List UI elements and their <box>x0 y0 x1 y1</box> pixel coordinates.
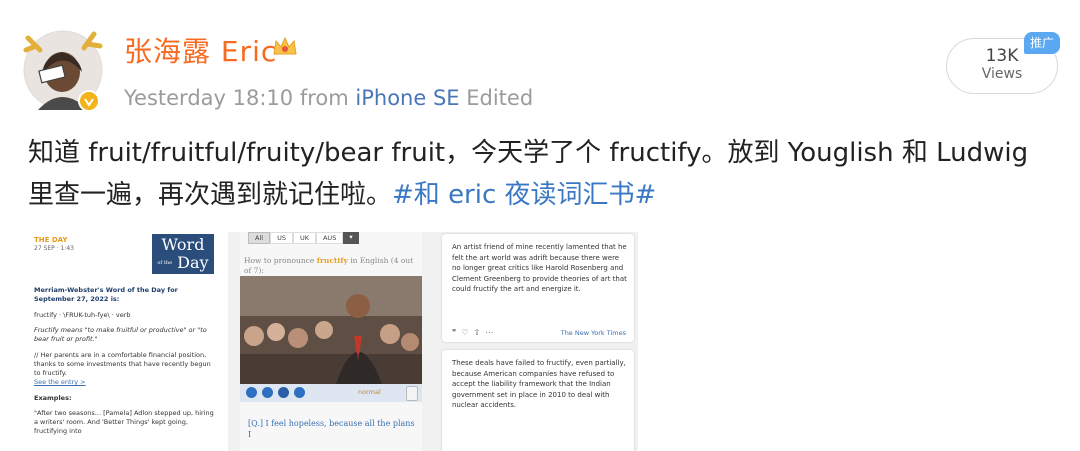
word-of-day-logo: Word of the Day <box>152 234 214 274</box>
play-icon[interactable] <box>278 387 289 398</box>
pronounce-heading: How to pronounce fructify in English (4 … <box>244 256 420 276</box>
image-attachments[interactable]: THE DAY 27 SEP · 1:43 Word of the Day Me… <box>28 232 638 451</box>
crown-icon <box>272 36 298 62</box>
logo-line2: Day <box>177 253 209 272</box>
hashtag-link[interactable]: #和 eric 夜读词汇书# <box>392 180 656 210</box>
ludwig-quote-2: These deals have failed to fructify, eve… <box>452 359 626 409</box>
ludwig-card-1[interactable]: An artist friend of mine recently lament… <box>442 234 634 342</box>
wod-word-line: fructify · \FRUK-tuh-fye\ · verb <box>34 311 131 319</box>
next-icon[interactable] <box>294 387 305 398</box>
accent-tabs: All US UK AUS ▾ <box>248 232 359 244</box>
dropdown-icon[interactable]: ▾ <box>343 232 359 244</box>
wod-heading: Merriam-Webster's Word of the Day for Se… <box>34 286 178 303</box>
verified-icon <box>78 90 100 112</box>
views-label: Views <box>981 66 1023 82</box>
tab-all[interactable]: All <box>248 232 271 244</box>
wod-see-entry-link[interactable]: See the entry > <box>34 378 86 387</box>
youglish-image[interactable]: All US UK AUS ▾ How to pronounce fructif… <box>240 232 422 451</box>
pronounce-word: fructify <box>316 256 348 265</box>
prev-icon[interactable] <box>262 387 273 398</box>
source-link[interactable]: iPhone SE <box>355 86 459 110</box>
promo-badge[interactable]: 推广 <box>1024 32 1061 54</box>
wod-example-text: "After two seasons... [Pamela] Adlon ste… <box>34 409 214 435</box>
lamp-icon[interactable] <box>406 386 418 401</box>
post-meta: Yesterday 18:10 from iPhone SE Edited <box>124 86 533 110</box>
wod-examples-label: Examples: <box>34 394 72 402</box>
pronounce-prefix: How to pronounce <box>244 256 317 265</box>
from-label: from <box>299 86 349 110</box>
word-of-day-image[interactable]: THE DAY 27 SEP · 1:43 Word of the Day Me… <box>28 232 228 451</box>
tab-uk[interactable]: UK <box>292 232 316 244</box>
tab-us[interactable]: US <box>270 232 293 244</box>
username[interactable]: 张海露 Eric <box>124 30 277 70</box>
ludwig-card-2[interactable]: These deals have failed to fructify, eve… <box>442 350 634 451</box>
replay-icon[interactable] <box>246 387 257 398</box>
ludwig-source-1[interactable]: The New York Times <box>561 329 626 337</box>
ludwig-quote-1: An artist friend of mine recently lament… <box>452 243 627 293</box>
timestamp[interactable]: Yesterday 18:10 <box>124 86 293 110</box>
speed-select[interactable]: normal <box>358 388 381 396</box>
player-controls: normal <box>240 384 422 402</box>
tab-aus[interactable]: AUS <box>315 232 344 244</box>
edited-label[interactable]: Edited <box>466 86 533 110</box>
day-date: 27 SEP · 1:43 <box>34 245 74 252</box>
ludwig-image[interactable]: An artist friend of mine recently lament… <box>438 232 638 451</box>
share-icon[interactable]: ⇧ <box>473 328 485 337</box>
logo-of: of the <box>157 260 173 266</box>
wod-definition: Fructify means "to make fruitful or prod… <box>34 326 207 343</box>
ludwig-actions-1: ❞♡⇧⋯ <box>452 328 498 337</box>
post-text: 知道 fruit/fruitful/fruity/bear fruit，今天学了… <box>28 132 1038 216</box>
more-icon[interactable]: ⋯ <box>485 328 498 337</box>
like-icon[interactable]: ♡ <box>461 328 473 337</box>
day-label: THE DAY <box>34 236 68 244</box>
transcript-caption: [Q.] I feel hopeless, because all the pl… <box>248 419 415 439</box>
logo-line1: Word <box>161 235 205 254</box>
wod-example-intro: // Her parents are in a comfortable fina… <box>34 351 211 377</box>
video-player[interactable] <box>240 276 422 384</box>
quote-icon[interactable]: ❞ <box>452 328 461 337</box>
